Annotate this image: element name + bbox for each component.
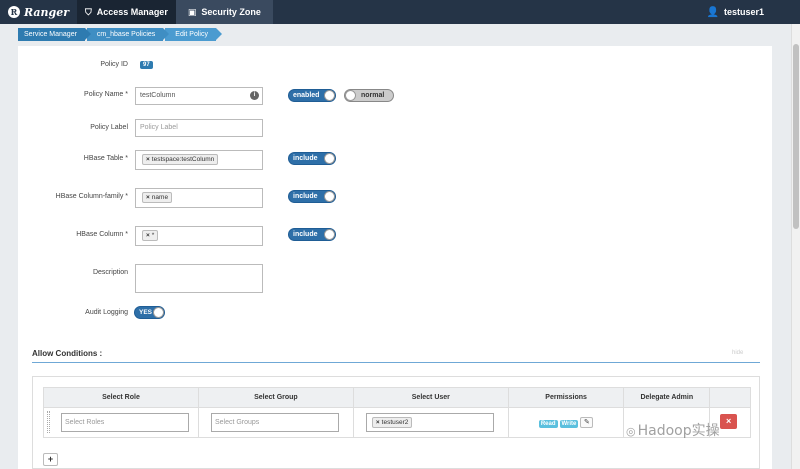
group-cell: Select Groups	[197, 407, 354, 438]
toggle-knob	[324, 191, 335, 202]
select-roles-placeholder: Select Roles	[65, 419, 105, 426]
tab-security-zone[interactable]: ▣ Security Zone	[175, 0, 273, 24]
role-cell: Select Roles	[43, 407, 199, 438]
audit-logging-label: Audit Logging	[85, 309, 128, 316]
toggle-knob	[324, 153, 335, 164]
ranger-logo-icon: R	[8, 6, 20, 18]
header-permissions: Permissions	[507, 387, 625, 408]
ranger-brand[interactable]: R Ranger	[0, 0, 77, 24]
audit-logging-toggle[interactable]: YES	[134, 306, 165, 319]
select-roles-input[interactable]: Select Roles	[61, 413, 189, 432]
select-groups-placeholder: Select Groups	[214, 419, 260, 426]
close-icon: ×	[726, 416, 732, 426]
policy-name-label: Policy Name *	[84, 91, 128, 98]
column-family-label: HBase Column-family *	[55, 193, 128, 200]
include-label: include	[293, 155, 318, 162]
enabled-toggle[interactable]: enabled	[288, 89, 336, 102]
include-label: include	[293, 231, 318, 238]
column-input[interactable]: × *	[135, 226, 263, 246]
section-divider	[32, 362, 760, 363]
wechat-icon: ◎	[626, 425, 636, 438]
user-tag-label: testuser2	[381, 419, 409, 426]
allow-conditions-title: Allow Conditions :	[32, 349, 103, 358]
toggle-knob	[345, 90, 356, 101]
hbase-table-label: HBase Table *	[83, 155, 128, 162]
user-name: testuser1	[723, 7, 764, 17]
user-cell: × testuser2	[352, 407, 509, 438]
policy-label-input[interactable]: Policy Label	[135, 119, 263, 137]
shield-icon: ⛉	[85, 6, 92, 17]
header-delegate-admin: Delegate Admin	[623, 387, 711, 408]
column-family-tag[interactable]: × name	[142, 192, 173, 203]
toggle-knob	[324, 90, 335, 101]
policy-id-label: Policy ID	[100, 61, 128, 68]
policy-form-panel: Policy ID 97 Policy Name * testColumn i …	[18, 46, 772, 469]
header-select-user: Select User	[352, 387, 509, 408]
column-tag[interactable]: × *	[142, 230, 159, 241]
toggle-knob	[324, 229, 335, 240]
toggle-knob	[153, 307, 164, 318]
enabled-toggle-label: enabled	[293, 92, 320, 99]
select-users-input[interactable]: × testuser2	[365, 413, 494, 432]
include-label: include	[293, 193, 318, 200]
user-tag[interactable]: × testuser2	[371, 417, 413, 428]
header-actions	[709, 387, 751, 408]
column-label: HBase Column *	[76, 231, 128, 238]
remove-tag-icon[interactable]: ×	[146, 194, 150, 201]
hbase-table-input[interactable]: × testspace:testColumn	[135, 150, 263, 170]
info-icon[interactable]: i	[250, 91, 259, 100]
hide-link[interactable]: hide	[732, 350, 743, 356]
column-family-input[interactable]: × name	[135, 188, 263, 208]
hbase-table-include-toggle[interactable]: include	[288, 152, 336, 165]
tab-access-manager-label: Access Manager	[96, 7, 168, 17]
header-select-group: Select Group	[197, 387, 354, 408]
permissions-cell: Read Write ✎	[507, 407, 625, 438]
remove-tag-icon[interactable]: ×	[146, 156, 150, 163]
watermark-text: Hadoop实操	[637, 423, 720, 439]
plus-icon: +	[47, 454, 54, 464]
breadcrumb-service-manager[interactable]: Service Manager	[18, 28, 91, 41]
hbase-table-tag-label: testspace:testColumn	[151, 156, 215, 163]
header-select-role: Select Role	[43, 387, 199, 408]
edit-permissions-button[interactable]: ✎	[580, 417, 594, 428]
policy-name-value: testColumn	[140, 92, 176, 99]
policy-label-placeholder: Policy Label	[140, 124, 178, 131]
policy-name-input[interactable]: testColumn i	[135, 87, 263, 105]
remove-tag-icon[interactable]: ×	[146, 232, 150, 239]
breadcrumb-edit-policy: Edit Policy	[165, 28, 222, 41]
audit-toggle-label: YES	[139, 309, 153, 316]
description-textarea[interactable]	[135, 264, 263, 293]
watermark: ◎ Hadoop实操	[626, 420, 720, 440]
normal-toggle-label: normal	[361, 92, 385, 99]
breadcrumb: Service Manager cm_hbase Policies Edit P…	[18, 28, 222, 41]
permission-write-badge[interactable]: Write	[559, 419, 579, 428]
description-label: Description	[92, 269, 128, 276]
column-include-toggle[interactable]: include	[288, 228, 336, 241]
save-icon: ▣	[187, 6, 197, 17]
policy-label-label: Policy Label	[90, 124, 128, 131]
column-tag-label: *	[151, 232, 155, 239]
user-icon: 👤	[706, 6, 719, 18]
delete-row-button[interactable]: ×	[720, 414, 738, 429]
column-family-include-toggle[interactable]: include	[288, 190, 336, 203]
permission-read-badge[interactable]: Read	[538, 419, 558, 428]
scrollbar-thumb[interactable]	[793, 44, 799, 229]
tab-security-zone-label: Security Zone	[201, 7, 261, 17]
tab-access-manager[interactable]: ⛉ Access Manager	[77, 0, 176, 24]
remove-tag-icon[interactable]: ×	[376, 419, 380, 426]
hbase-table-tag[interactable]: × testspace:testColumn	[142, 154, 219, 165]
brand-label: Ranger	[24, 5, 70, 19]
drag-handle-icon[interactable]	[47, 411, 50, 433]
select-groups-input[interactable]: Select Groups	[210, 413, 339, 432]
normal-toggle[interactable]: normal	[344, 89, 394, 102]
breadcrumb-policies[interactable]: cm_hbase Policies	[86, 28, 170, 41]
column-family-tag-label: name	[151, 194, 169, 201]
top-navbar: R Ranger ⛉ Access Manager ▣ Security Zon…	[0, 0, 800, 24]
add-condition-button[interactable]: +	[43, 453, 58, 466]
pencil-icon: ✎	[583, 419, 590, 426]
policy-id-badge: 97	[140, 61, 153, 69]
user-menu[interactable]: 👤 testuser1	[707, 0, 764, 24]
